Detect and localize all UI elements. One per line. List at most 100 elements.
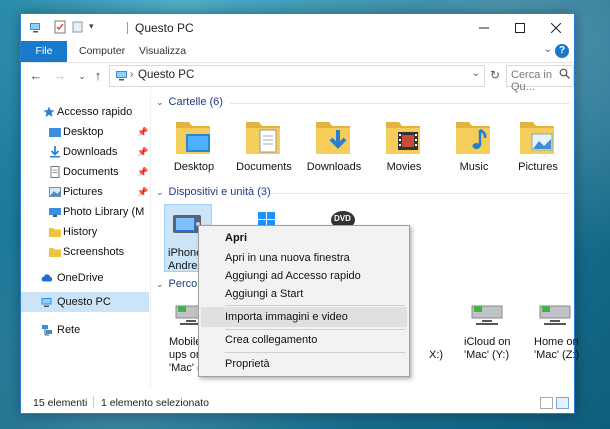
group-divider	[270, 193, 570, 194]
customize-quick-access-icon[interactable]: ▾	[89, 21, 103, 35]
nav-onedrive[interactable]: OneDrive	[21, 268, 149, 288]
refresh-button[interactable]: ↻	[487, 67, 503, 83]
collapse-chevron-icon: ⌄	[156, 97, 164, 107]
nav-photo-library[interactable]: Photo Library (M	[21, 202, 149, 222]
minimize-button[interactable]	[466, 14, 502, 41]
pin-icon: 📌	[137, 147, 149, 157]
network-icon	[42, 325, 52, 336]
close-button[interactable]	[538, 14, 574, 41]
documents-folder-icon	[246, 122, 280, 154]
menu-create-shortcut[interactable]: Crea collegamento	[201, 330, 407, 350]
downloads-folder-icon	[316, 122, 350, 154]
music-folder-icon	[456, 122, 490, 154]
nav-network[interactable]: Rete	[21, 320, 149, 340]
pin-icon: 📌	[137, 167, 149, 177]
tab-computer[interactable]: Computer	[79, 41, 125, 62]
large-icons-view-icon[interactable]	[556, 397, 569, 409]
tab-file[interactable]: File	[21, 41, 67, 62]
window-title: Questo PC	[135, 21, 194, 35]
desktop-folder-icon	[176, 122, 210, 154]
folder-pictures[interactable]: Pictures	[504, 114, 572, 178]
folder-music[interactable]: Music	[440, 114, 508, 178]
network-folder-icon	[49, 208, 61, 217]
back-button[interactable]: ←	[27, 67, 45, 85]
close-icon	[551, 22, 561, 33]
title-separator	[127, 22, 128, 34]
network-drive-icon	[471, 305, 503, 325]
expand-ribbon-icon[interactable]: ⌄	[544, 44, 552, 55]
network-drive-icloud[interactable]: iCloud on 'Mac' (Y:)	[464, 336, 510, 362]
nav-this-pc[interactable]: Questo PC	[21, 292, 149, 312]
pictures-icon	[49, 187, 61, 197]
pin-icon: 📌	[137, 187, 149, 197]
folder-desktop[interactable]: Desktop	[160, 114, 228, 178]
group-divider	[230, 103, 570, 104]
minimize-icon	[479, 27, 489, 28]
address-toolbar: ← → ⌄ ↑ › Questo PC ⌄ ↻ Cerca in Qu...	[21, 63, 574, 93]
star-icon	[43, 106, 55, 117]
tab-view[interactable]: Visualizza	[139, 41, 186, 62]
search-icon	[559, 68, 570, 79]
properties-icon[interactable]	[53, 20, 67, 34]
context-menu: Apri Apri in una nuova finestra Aggiungi…	[198, 225, 410, 377]
selection-status: 1 elemento selezionato	[101, 397, 209, 409]
status-separator	[93, 396, 94, 408]
nav-history[interactable]: History	[21, 222, 149, 242]
maximize-button[interactable]	[502, 14, 538, 41]
menu-import-pictures[interactable]: Importa immagini e video	[201, 307, 407, 327]
folders-group-header[interactable]: ⌄ Cartelle (6)	[156, 96, 223, 108]
device-owner-label: Andre	[168, 260, 198, 272]
desktop-folder-icon	[49, 128, 61, 137]
up-button[interactable]: ↑	[89, 67, 107, 85]
nav-documents[interactable]: Documents 📌	[21, 162, 149, 182]
folder-movies[interactable]: Movies	[370, 114, 438, 178]
menu-pin-quick-access[interactable]: Aggiungi ad Accesso rapido	[201, 266, 407, 286]
folder-icon	[49, 248, 61, 257]
new-folder-icon[interactable]	[71, 20, 85, 34]
status-bar: 15 elementi 1 elemento selezionato	[21, 392, 574, 412]
pane-divider[interactable]	[150, 90, 151, 387]
menu-open-new-window[interactable]: Apri in una nuova finestra	[201, 248, 407, 268]
nav-quick-access[interactable]: Accesso rapido	[21, 102, 149, 122]
network-drive-icon	[539, 305, 571, 325]
menu-open[interactable]: Apri	[201, 228, 407, 248]
documents-icon	[50, 166, 60, 178]
navigation-pane: Accesso rapido Desktop 📌 Downloads 📌 Doc…	[21, 90, 149, 387]
folder-icon	[49, 228, 61, 237]
search-input[interactable]: Cerca in Qu...	[506, 65, 574, 93]
downloads-icon	[50, 146, 60, 158]
devices-group-header[interactable]: ⌄ Dispositivi e unità (3)	[156, 186, 271, 198]
menu-properties[interactable]: Proprietà	[201, 354, 407, 374]
cloud-icon	[41, 274, 53, 282]
title-bar: ▾ Questo PC	[21, 14, 574, 41]
menu-pin-start[interactable]: Aggiungi a Start	[201, 284, 407, 304]
dvd-badge: DVD	[334, 214, 351, 223]
this-pc-icon	[116, 71, 127, 81]
breadcrumb-chevron-icon: ›	[130, 69, 134, 80]
nav-screenshots[interactable]: Screenshots	[21, 242, 149, 262]
folder-downloads[interactable]: Downloads	[300, 114, 368, 178]
pin-icon: 📌	[137, 127, 149, 137]
help-icon[interactable]: ?	[555, 44, 569, 58]
pictures-folder-icon	[520, 122, 554, 154]
nav-downloads[interactable]: Downloads 📌	[21, 142, 149, 162]
collapse-chevron-icon: ⌄	[156, 279, 164, 289]
movies-folder-icon	[386, 122, 420, 154]
folder-documents[interactable]: Documents	[230, 114, 298, 178]
menu-separator	[225, 352, 405, 353]
details-view-icon[interactable]	[540, 397, 553, 409]
address-path: Questo PC	[138, 69, 195, 81]
nav-desktop[interactable]: Desktop 📌	[21, 122, 149, 142]
this-pc-icon	[30, 23, 40, 33]
collapse-chevron-icon: ⌄	[156, 187, 164, 197]
item-count: 15 elementi	[33, 397, 88, 409]
menu-separator	[225, 305, 405, 306]
network-drive-home[interactable]: Home on 'Mac' (Z:)	[534, 336, 579, 362]
address-dropdown-icon[interactable]: ⌄	[472, 68, 480, 79]
forward-button[interactable]: →	[51, 67, 69, 85]
maximize-icon	[515, 22, 525, 33]
network-drive-partial-label: X:)	[429, 349, 444, 361]
nav-pictures[interactable]: Pictures 📌	[21, 182, 149, 202]
address-bar[interactable]: › Questo PC ⌄	[109, 65, 485, 87]
ribbon-tabs: File Computer Visualizza ⌄ ?	[21, 41, 574, 63]
